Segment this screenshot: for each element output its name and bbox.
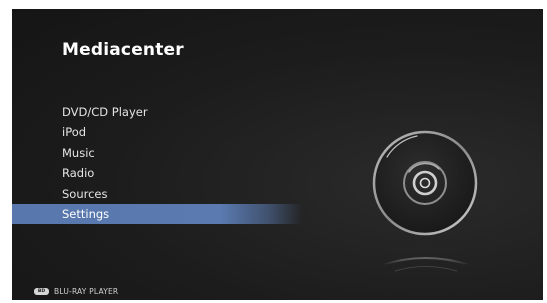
menu-item-settings[interactable]: Settings [12, 203, 302, 225]
footer-label: BLU-RAY PLAYER [54, 287, 119, 296]
main-menu: DVD/CD Player iPod Music Radio Sources S… [12, 102, 302, 225]
menu-item-ipod[interactable]: iPod [12, 122, 302, 142]
footer-branding: BD BLU-RAY PLAYER [34, 287, 118, 296]
menu-item-radio[interactable]: Radio [12, 163, 302, 183]
menu-item-music[interactable]: Music [12, 143, 302, 163]
menu-item-dvd-cd-player[interactable]: DVD/CD Player [12, 102, 302, 122]
disc-icon [357, 119, 497, 289]
mediacenter-screen: Mediacenter DVD/CD Player iPod Music Rad… [12, 9, 543, 300]
page-title: Mediacenter [62, 40, 184, 60]
menu-item-sources[interactable]: Sources [12, 184, 302, 204]
blu-ray-logo-icon: BD [34, 288, 49, 295]
